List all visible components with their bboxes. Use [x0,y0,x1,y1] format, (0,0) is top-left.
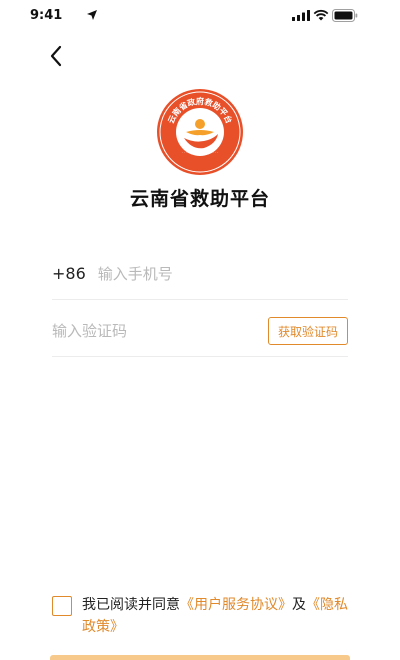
agreement-checkbox[interactable] [52,596,72,616]
country-code[interactable]: +86 [52,264,86,283]
platform-logo: 云南省政府救助平台 · · · · · · · · · · · · · · · … [157,89,243,175]
user-agreement-link[interactable]: 《用户服务协议》 [180,597,292,613]
back-button[interactable] [42,42,70,70]
phone-input[interactable] [97,253,348,294]
agreement-conjunction: 及 [292,597,306,613]
phone-field-row: +86 [52,248,348,300]
status-time: 9:41 [30,8,63,23]
login-button[interactable] [50,655,350,660]
agreement-text: 我已阅读并同意《用户服务协议》及《隐私政策》 [82,594,352,638]
battery-icon [332,9,358,22]
wifi-icon [313,9,329,21]
agreement-row: 我已阅读并同意《用户服务协议》及《隐私政策》 [52,594,352,638]
verification-code-input[interactable] [52,310,268,351]
get-code-button[interactable]: 获取验证码 [267,316,348,345]
app-title: 云南省救助平台 [129,188,270,210]
svg-text:· · · · · · · · · · · · · · ·: · · · · · · · · · · · · · · · · · · [182,151,217,155]
location-arrow-icon [87,10,97,20]
status-bar: 9:41 [0,0,400,34]
back-chevron-icon [50,45,62,67]
signal-icon [292,10,310,21]
agreement-prefix: 我已阅读并同意 [82,597,180,613]
code-field-row: 获取验证码 [52,305,348,357]
